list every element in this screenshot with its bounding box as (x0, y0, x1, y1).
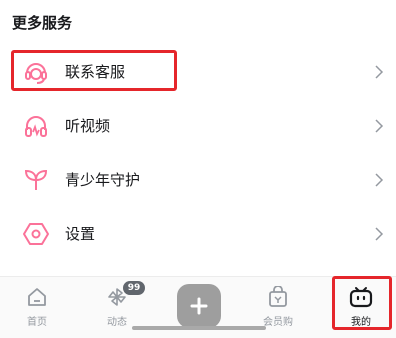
hexagon-settings-icon (23, 223, 49, 245)
menu-item-settings[interactable]: 设置 (0, 207, 396, 261)
home-icon (28, 288, 46, 306)
menu-item-teen-mode[interactable]: 青少年守护 (0, 153, 396, 207)
menu-item-listen-video[interactable]: 听视频 (0, 99, 396, 153)
tab-home[interactable]: 首页 (2, 277, 72, 335)
tab-mine[interactable]: 我的 (326, 277, 396, 335)
chevron-right-icon (375, 119, 384, 133)
plus-icon (190, 297, 208, 315)
menu-item-label: 设置 (65, 225, 96, 243)
publish-button[interactable] (177, 284, 221, 328)
headphones-icon (25, 116, 47, 137)
tab-label: 我的 (351, 317, 371, 328)
menu-item-label: 青少年守护 (65, 171, 141, 189)
tv-icon (349, 287, 373, 308)
tab-label: 首页 (27, 317, 47, 328)
chevron-right-icon (375, 227, 384, 241)
menu-item-customer-service[interactable]: 联系客服 (0, 45, 396, 99)
home-indicator-bar (132, 326, 266, 330)
menu-item-label: 联系客服 (65, 63, 126, 81)
headset-icon (25, 63, 47, 84)
menu-item-label: 听视频 (65, 117, 111, 135)
chevron-right-icon (375, 65, 384, 79)
bottom-tab-bar: 首页 99 动态 会员购 我的 (0, 276, 396, 338)
chevron-right-icon (375, 173, 384, 187)
sprout-icon (24, 169, 48, 190)
notification-badge: 99 (123, 281, 145, 295)
section-title: 更多服务 (12, 14, 73, 32)
shopping-bag-icon (269, 286, 287, 307)
